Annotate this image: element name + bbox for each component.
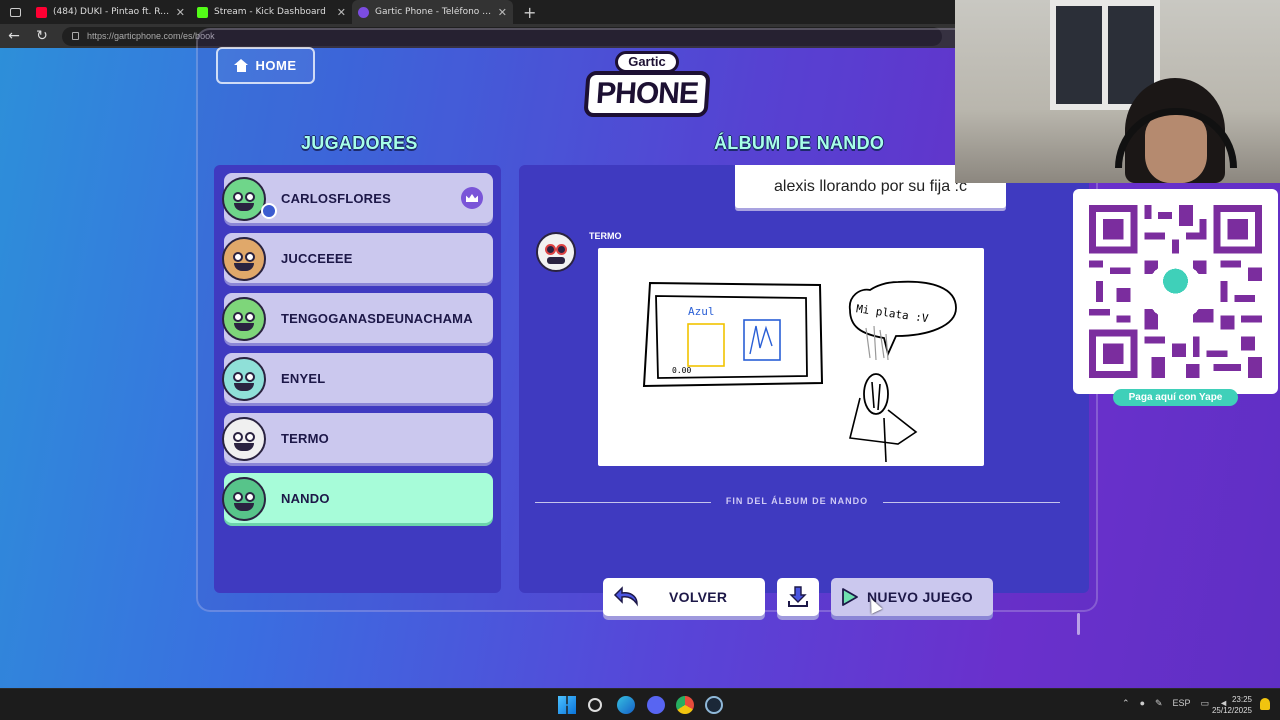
back-arrow-icon — [613, 586, 638, 607]
player-avatar — [222, 477, 266, 521]
album-end-label: FIN DEL ÁLBUM DE NANDO — [725, 496, 869, 506]
play-icon — [842, 588, 858, 606]
close-tab-icon[interactable]: ✕ — [176, 6, 185, 19]
youtube-favicon-icon — [36, 6, 47, 18]
discord-icon[interactable] — [647, 696, 665, 714]
tab-label: Gartic Phone - Teléfono Descompuesto — [375, 7, 492, 17]
qr-code — [1089, 205, 1262, 378]
close-tab-icon[interactable]: ✕ — [337, 6, 346, 19]
player-name: CARLOSFLORES — [281, 190, 392, 206]
tab-label: Stream - Kick Dashboard — [214, 7, 326, 17]
entry-author-avatar — [536, 232, 576, 272]
divider — [535, 502, 711, 503]
microphone-icon[interactable]: ● — [1140, 698, 1145, 709]
edge-browser-icon[interactable] — [617, 696, 635, 714]
windows-start-icon[interactable] — [558, 696, 576, 714]
pen-icon[interactable]: ✎ — [1155, 698, 1163, 709]
player-card: JUCCEEEE — [222, 233, 493, 283]
player-name: ENYEL — [281, 370, 326, 386]
chrome-icon[interactable] — [676, 696, 694, 714]
back-arrow-icon[interactable]: ← — [0, 28, 28, 44]
drawing-text-azul: Azul — [688, 305, 715, 318]
lock-icon — [72, 32, 79, 40]
player-card: ENYEL — [222, 353, 493, 403]
yape-pay-label: Paga aquí con Yape — [1113, 389, 1238, 406]
language-indicator[interactable]: ESP — [1173, 698, 1191, 709]
player-drawing: Azul 0.00 Mi plata :V — [598, 248, 984, 466]
player-card: CARLOSFLORES — [222, 173, 493, 223]
chevron-up-icon[interactable]: ⌃ — [1122, 698, 1130, 709]
player-card-active: NANDO — [222, 473, 493, 523]
divider — [883, 502, 1060, 503]
player-avatar — [222, 177, 266, 221]
player-avatar — [222, 417, 266, 461]
tab-youtube[interactable]: (484) DUKI - Pintao ft. Rei, YSY A ✕ — [30, 0, 191, 24]
tab-label: (484) DUKI - Pintao ft. Rei, YSY A — [53, 7, 170, 17]
clock[interactable]: 23:25 25/12/2025 — [1212, 694, 1252, 716]
webcam-overlay — [955, 0, 1280, 183]
window-menu-icon[interactable] — [0, 0, 30, 24]
player-avatar — [222, 357, 266, 401]
yape-qr-card — [1073, 189, 1278, 394]
home-button[interactable]: HOME — [216, 47, 315, 84]
close-tab-icon[interactable]: ✕ — [498, 6, 507, 19]
clock-date: 25/12/2025 — [1211, 706, 1252, 715]
entry-author-name: TERMO — [589, 231, 622, 241]
user-badge-icon — [261, 203, 277, 219]
tab-kick[interactable]: Stream - Kick Dashboard ✕ — [191, 0, 352, 24]
drawing-canvas: Azul 0.00 Mi plata :V — [642, 280, 957, 463]
back-label: VOLVER — [669, 589, 728, 605]
clock-time: 23:25 — [1231, 695, 1252, 704]
notification-bell-icon[interactable] — [1260, 698, 1270, 710]
album-panel[interactable]: alexis llorando por su fija :c TERMO Azu… — [519, 165, 1089, 593]
player-name: TENGOGANASDEUNACHAMA — [281, 310, 473, 326]
player-card: TENGOGANASDEUNACHAMA — [222, 293, 493, 343]
back-button[interactable]: VOLVER — [603, 578, 765, 616]
album-scrollbar[interactable] — [1077, 613, 1080, 635]
download-icon — [788, 586, 808, 607]
drawing-text-speech: Mi plata :V — [855, 302, 929, 325]
tab-gartic[interactable]: Gartic Phone - Teléfono Descompuesto ✕ — [352, 0, 513, 24]
gartic-favicon-icon — [358, 6, 369, 18]
steam-icon[interactable] — [705, 696, 723, 714]
kick-favicon-icon — [197, 6, 208, 18]
crown-icon — [461, 187, 483, 209]
logo-bottom-text: PHONE — [583, 71, 711, 117]
svg-text:0.00: 0.00 — [672, 366, 691, 375]
gartic-phone-logo: Gartic PHONE — [583, 47, 711, 121]
search-icon[interactable] — [588, 698, 602, 712]
windows-taskbar: ⌃ ● ✎ ESP ▭ ◄ 23:25 25/12/2025 — [0, 688, 1280, 720]
player-name: TERMO — [281, 430, 329, 446]
logo-top-text: Gartic — [615, 51, 679, 73]
new-game-button[interactable]: NUEVO JUEGO — [831, 578, 993, 616]
reload-icon[interactable]: ↻ — [28, 28, 56, 44]
player-name: NANDO — [281, 490, 330, 506]
browser-tab-bar: (484) DUKI - Pintao ft. Rei, YSY A ✕ Str… — [0, 0, 955, 24]
home-icon — [233, 58, 248, 72]
download-button[interactable] — [777, 578, 819, 616]
players-panel: CARLOSFLORES JUCCEEEE TENGOGANASDEUNACHA… — [214, 165, 501, 593]
player-name: JUCCEEEE — [281, 250, 353, 266]
new-tab-icon[interactable]: + — [513, 3, 546, 22]
player-avatar — [222, 237, 266, 281]
new-game-label: NUEVO JUEGO — [867, 589, 973, 605]
player-card: TERMO — [222, 413, 493, 463]
player-avatar — [222, 297, 266, 341]
players-title: JUGADORES — [301, 133, 418, 153]
home-label: HOME — [255, 58, 297, 73]
album-title: ÁLBUM DE NANDO — [714, 133, 885, 153]
network-icon[interactable]: ▭ — [1201, 698, 1210, 709]
